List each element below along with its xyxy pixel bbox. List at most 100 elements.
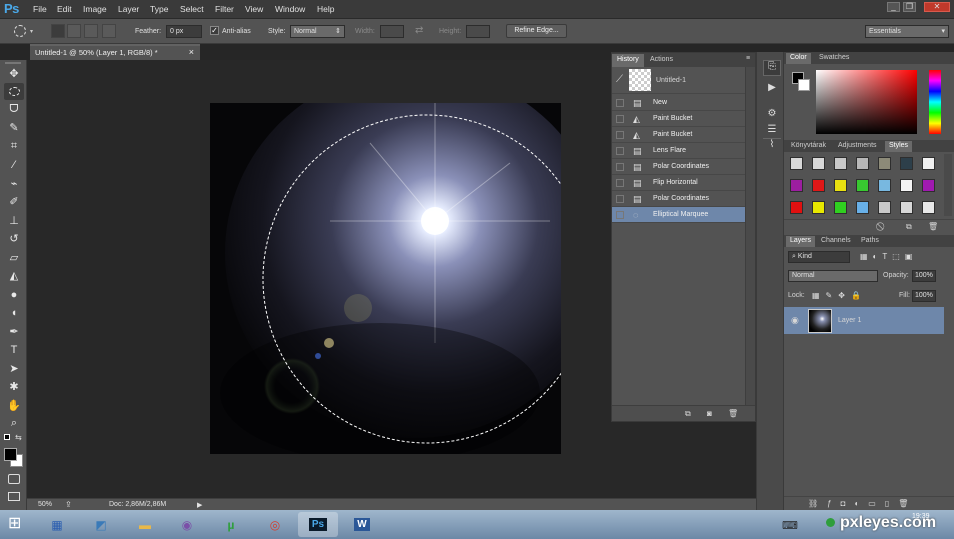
swap-dimensions-icon[interactable]: ⇄ [415,25,423,36]
tab-color[interactable]: Color [786,53,811,64]
tab-actions[interactable]: Actions [645,54,678,67]
subtract-from-selection-icon[interactable] [84,24,98,38]
style-swatch[interactable] [790,179,803,192]
history-item[interactable]: ◭ Paint Bucket [612,111,745,127]
share-icon[interactable]: ⇪ [65,500,72,509]
toolbar-grip[interactable] [5,62,21,64]
new-document-from-state-icon[interactable]: ⧉ [685,409,691,419]
tab-channels[interactable]: Channels [817,236,855,247]
clock-time[interactable]: 19:39 [912,513,930,520]
style-swatch[interactable] [856,201,869,214]
new-selection-icon[interactable] [51,24,65,38]
panel-menu-icon[interactable]: ≡ [746,55,750,62]
history-state-checkbox[interactable] [616,211,624,219]
hand-tool-icon[interactable]: ✋ [4,397,24,414]
menu-image[interactable]: Image [83,4,107,14]
fill-input[interactable]: 100% [912,290,936,302]
style-swatch[interactable] [856,157,869,170]
style-swatch[interactable] [790,157,803,170]
desktop-taskbar-icon[interactable]: ◩ [81,512,121,537]
zoom-tool-icon[interactable]: ⌕ [4,415,24,432]
history-panel-icon[interactable]: ⎘ [763,60,781,76]
close-tab-icon[interactable]: × [189,47,194,57]
history-snapshot[interactable]: ⟋ Untitled-1 [612,67,745,94]
tab-swatches[interactable]: Swatches [815,53,853,64]
brush-presets-icon[interactable]: ⌇ [763,138,781,154]
create-snapshot-icon[interactable]: ◙ [707,409,712,418]
height-input[interactable] [466,25,490,38]
tab-styles[interactable]: Styles [885,141,913,152]
document-tab[interactable]: Untitled-1 @ 50% (Layer 1, RGB/8) * × [30,44,200,60]
foreground-color-swatch[interactable] [4,448,17,461]
windows-start-icon[interactable]: ⊞ [8,516,21,532]
new-style-icon[interactable]: ⧉ [906,222,912,232]
dodge-tool-icon[interactable]: ◖ [4,304,24,321]
lasso-tool-icon[interactable]: ᗜ [4,101,24,118]
tool-preset-dropdown-icon[interactable]: ▾ [30,28,33,35]
tab-libraries[interactable]: Könyvtárak [787,141,830,152]
history-state-checkbox[interactable] [616,115,624,123]
elliptical-marquee-tool-icon[interactable] [4,83,24,100]
elliptical-marquee-icon[interactable] [14,25,26,37]
document-canvas[interactable] [210,103,561,454]
clone-stamp-tool-icon[interactable]: ⊥ [4,212,24,229]
tab-layers[interactable]: Layers [786,236,816,247]
history-brush-source-icon[interactable]: ⟋ [616,74,623,85]
style-swatch[interactable] [790,201,803,214]
word-taskbar-icon[interactable]: W [342,512,382,537]
style-swatch[interactable] [878,179,891,192]
history-brush-tool-icon[interactable]: ↺ [4,230,24,247]
history-state-checkbox[interactable] [616,99,624,107]
eye-icon[interactable]: ◉ [791,315,799,326]
opacity-input[interactable]: 100% [912,270,936,282]
style-swatch[interactable] [834,179,847,192]
quick-selection-tool-icon[interactable]: ✎ [4,119,24,136]
viber-taskbar-icon[interactable]: ◉ [167,512,207,537]
menu-type[interactable]: Type [150,4,168,14]
type-tool-icon[interactable]: T [4,341,24,358]
history-item[interactable]: ▤ Lens Flare [612,143,745,159]
style-swatch[interactable] [878,201,891,214]
chrome-taskbar-icon[interactable]: ◎ [255,512,295,537]
history-item[interactable]: ▤ Polar Coordinates [612,159,745,175]
menu-filter[interactable]: Filter [215,4,234,14]
hue-slider[interactable] [929,70,941,134]
file-explorer-taskbar-icon[interactable]: ▬ [125,512,165,537]
width-input[interactable] [380,25,404,38]
paint-bucket-tool-icon[interactable]: ◭ [4,267,24,284]
style-swatch[interactable] [856,179,869,192]
screen-mode-icon[interactable] [4,488,24,505]
menu-window[interactable]: Window [275,4,305,14]
refine-edge-button[interactable]: Refine Edge... [506,24,567,38]
tab-history[interactable]: History [612,54,644,67]
minimize-button[interactable]: _ [887,2,900,12]
tab-paths[interactable]: Paths [857,236,883,247]
history-state-checkbox[interactable] [616,195,624,203]
blend-mode-select[interactable]: Normal [788,270,878,282]
menu-help[interactable]: Help [317,4,334,14]
tab-adjustments[interactable]: Adjustments [834,141,881,152]
intersect-selection-icon[interactable] [102,24,116,38]
spot-healing-tool-icon[interactable]: ⌁ [4,175,24,192]
layer-row[interactable]: ◉ Layer 1 [784,307,944,334]
history-item[interactable]: ◌ Elliptical Marquee [612,207,745,223]
layer-kind-filter[interactable]: ⌕ Kind [788,251,850,263]
history-state-checkbox[interactable] [616,131,624,139]
calculator-taskbar-icon[interactable]: ▦ [37,512,77,537]
restore-button[interactable]: ❐ [903,2,916,12]
blur-tool-icon[interactable]: ● [4,286,24,303]
actions-panel-icon[interactable]: ▶ [763,82,781,98]
history-item[interactable]: ◭ Paint Bucket [612,127,745,143]
utorrent-tray-icon[interactable] [826,518,835,527]
style-swatch[interactable] [834,201,847,214]
layer-footer-icons[interactable]: ⛓ƒ◘◐▭▯🗑 [808,499,917,508]
eraser-tool-icon[interactable]: ▱ [4,249,24,266]
menu-file[interactable]: File [33,4,47,14]
quick-mask-icon[interactable] [4,470,24,487]
style-swatch[interactable] [812,201,825,214]
default-colors-icon[interactable] [4,434,10,440]
utorrent-taskbar-icon[interactable]: µ [211,512,251,537]
menu-edit[interactable]: Edit [57,4,72,14]
style-swatch[interactable] [922,201,935,214]
close-window-button[interactable]: ✕ [924,2,950,12]
